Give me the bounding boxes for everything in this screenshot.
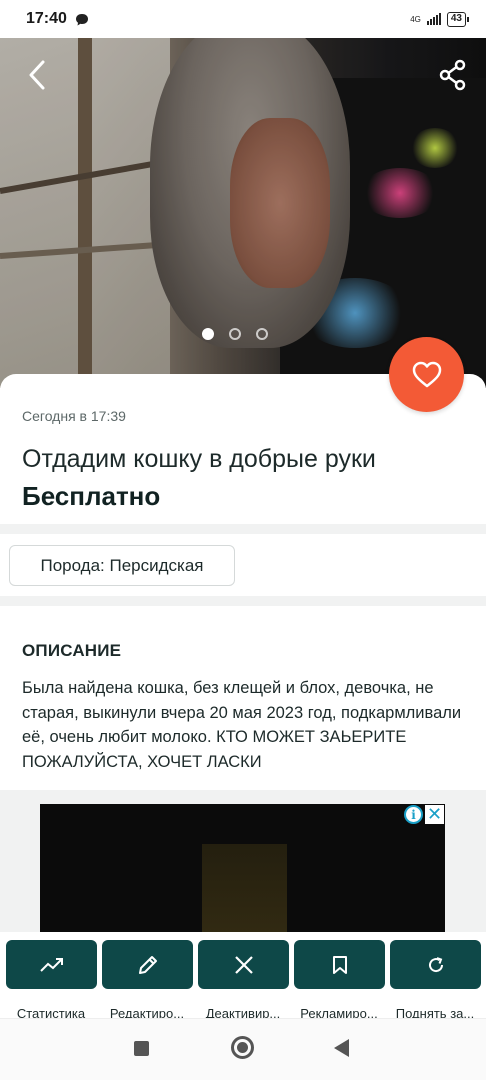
listing-price: Бесплатно [22, 481, 161, 511]
raise-button[interactable] [390, 940, 481, 989]
back-arrow-icon[interactable] [24, 58, 54, 92]
listing-date: Сегодня в 17:39 [22, 408, 126, 424]
nav-back-icon[interactable] [334, 1039, 349, 1057]
gallery-dot-1[interactable] [202, 328, 214, 340]
breed-chip[interactable]: Порода: Персидская [9, 545, 235, 586]
chat-bubble-icon [75, 13, 88, 25]
trending-up-icon [39, 957, 63, 972]
network-type: 4G [410, 14, 421, 24]
refresh-icon [428, 956, 443, 972]
ad-close-icon[interactable]: ✕ [425, 805, 444, 824]
gallery-pagination [0, 328, 478, 340]
share-icon[interactable] [438, 58, 468, 92]
ad-info-icon[interactable]: i [404, 805, 423, 824]
ad-banner[interactable] [40, 804, 445, 936]
bookmark-icon [332, 955, 347, 974]
divider [0, 596, 486, 606]
battery-icon: 43 [446, 11, 470, 27]
signal-icon [426, 13, 441, 25]
listing-title: Отдадим кошку в добрые руки [22, 445, 376, 473]
heart-icon [412, 361, 441, 387]
description-heading: ОПИСАНИЕ [22, 641, 122, 660]
deactivate-button[interactable] [198, 940, 289, 989]
status-bar: 17:40 4G 43 [0, 0, 486, 38]
statistics-button[interactable] [6, 940, 97, 989]
status-time: 17:40 [26, 10, 67, 27]
home-icon[interactable] [231, 1036, 254, 1059]
gallery-dot-2[interactable] [229, 328, 241, 340]
pencil-icon [138, 955, 157, 974]
edit-button[interactable] [102, 940, 193, 989]
status-indicators: 4G 43 [410, 11, 470, 27]
gallery-dot-3[interactable] [256, 328, 268, 340]
favorite-button[interactable] [389, 337, 464, 412]
divider [0, 524, 486, 534]
close-icon [234, 955, 253, 974]
recent-apps-icon[interactable] [134, 1041, 149, 1056]
promote-button[interactable] [294, 940, 385, 989]
description-text: Была найдена кошка, без клещей и блох, д… [22, 679, 462, 771]
